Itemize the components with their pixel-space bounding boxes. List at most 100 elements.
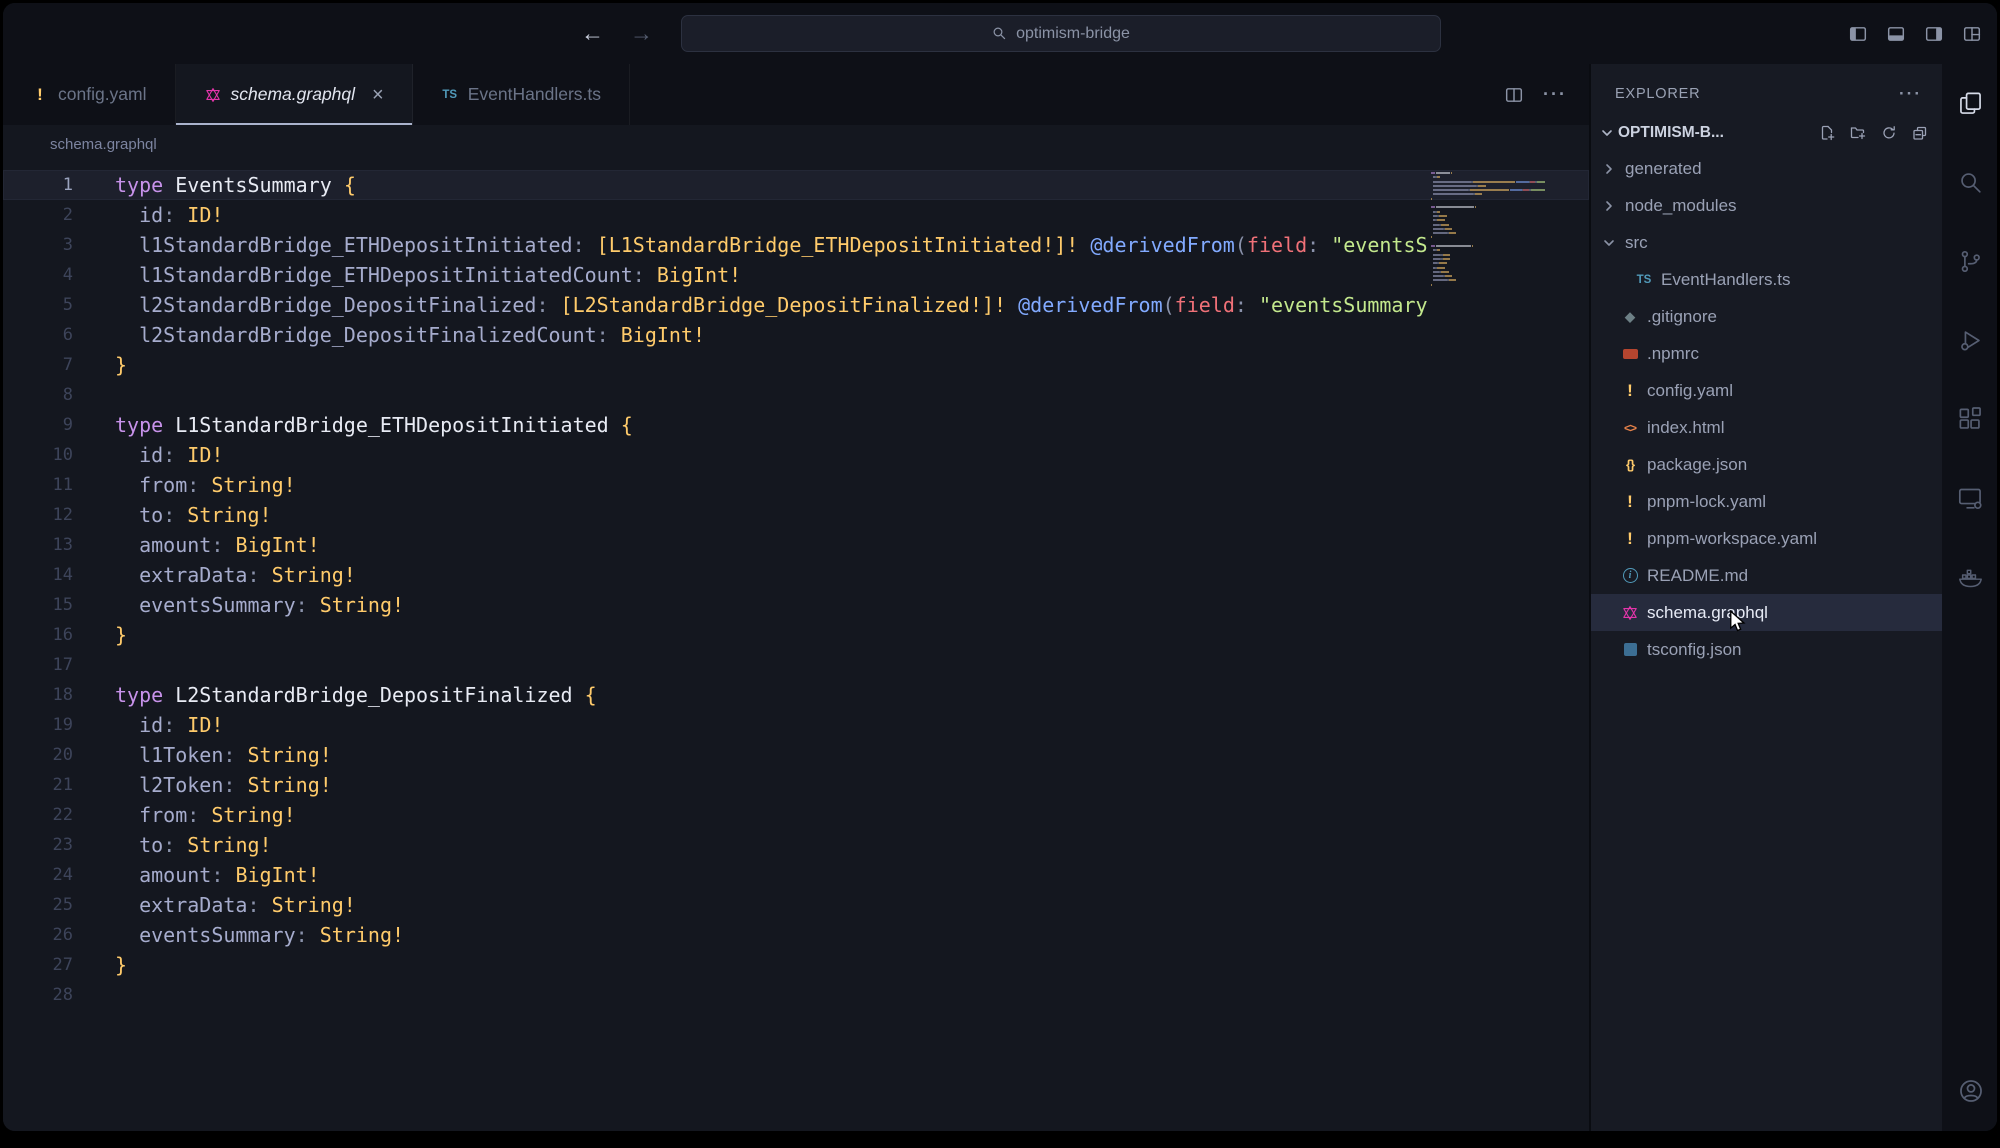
line-number[interactable]: 16 bbox=[3, 620, 73, 650]
code-line[interactable]: 5 l2StandardBridge_DepositFinalized: [L2… bbox=[3, 290, 1589, 320]
line-number[interactable]: 11 bbox=[3, 470, 73, 500]
tree-file-schema-graphql[interactable]: schema.graphql bbox=[1591, 594, 1942, 631]
line-number[interactable]: 28 bbox=[3, 980, 73, 1010]
code-line[interactable]: 7} bbox=[3, 350, 1589, 380]
explorer-section-header[interactable]: OPTIMISM-B... bbox=[1591, 116, 1942, 150]
line-number[interactable]: 9 bbox=[3, 410, 73, 440]
code-editor[interactable]: 1type EventsSummary {2 id: ID!3 l1Standa… bbox=[3, 164, 1589, 1131]
code-line[interactable]: 1type EventsSummary { bbox=[3, 170, 1589, 200]
account-icon[interactable] bbox=[1942, 1077, 1997, 1131]
line-number[interactable]: 3 bbox=[3, 230, 73, 260]
line-number[interactable]: 6 bbox=[3, 320, 73, 350]
code-line[interactable]: 14 extraData: String! bbox=[3, 560, 1589, 590]
command-search-input[interactable]: optimism-bridge bbox=[681, 15, 1441, 52]
tab-eventhandlers-ts[interactable]: TSEventHandlers.ts bbox=[413, 64, 630, 125]
code-line[interactable]: 11 from: String! bbox=[3, 470, 1589, 500]
line-number[interactable]: 12 bbox=[3, 500, 73, 530]
tree-file-pnpm-workspace-yaml[interactable]: !pnpm-workspace.yaml bbox=[1591, 520, 1942, 557]
toggle-panel-bottom-icon[interactable] bbox=[1887, 25, 1905, 43]
code-line[interactable]: 17 bbox=[3, 650, 1589, 680]
code-line[interactable]: 27} bbox=[3, 950, 1589, 980]
tree-folder-node-modules[interactable]: node_modules bbox=[1591, 187, 1942, 224]
code-line[interactable]: 15 eventsSummary: String! bbox=[3, 590, 1589, 620]
code-line[interactable]: 3 l1StandardBridge_ETHDepositInitiated: … bbox=[3, 230, 1589, 260]
code-line[interactable]: 21 l2Token: String! bbox=[3, 770, 1589, 800]
code-line[interactable]: 9type L1StandardBridge_ETHDepositInitiat… bbox=[3, 410, 1589, 440]
minimap[interactable] bbox=[1431, 172, 1559, 292]
toggle-panel-right-icon[interactable] bbox=[1925, 25, 1943, 43]
code-line[interactable]: 23 to: String! bbox=[3, 830, 1589, 860]
line-number[interactable]: 14 bbox=[3, 560, 73, 590]
tree-file-tsconfig-json[interactable]: tsconfig.json bbox=[1591, 631, 1942, 668]
close-tab-icon[interactable]: × bbox=[372, 85, 384, 105]
line-number[interactable]: 7 bbox=[3, 350, 73, 380]
extensions-icon[interactable] bbox=[1942, 380, 1997, 459]
code-line[interactable]: 20 l1Token: String! bbox=[3, 740, 1589, 770]
remote-explorer-icon[interactable] bbox=[1942, 459, 1997, 538]
tree-folder-generated[interactable]: generated bbox=[1591, 150, 1942, 187]
tree-file-pnpm-lock-yaml[interactable]: !pnpm-lock.yaml bbox=[1591, 483, 1942, 520]
code-line[interactable]: 18type L2StandardBridge_DepositFinalized… bbox=[3, 680, 1589, 710]
code-line[interactable]: 10 id: ID! bbox=[3, 440, 1589, 470]
line-number[interactable]: 26 bbox=[3, 920, 73, 950]
tree-file-npmrc[interactable]: .npmrc bbox=[1591, 335, 1942, 372]
line-number[interactable]: 23 bbox=[3, 830, 73, 860]
new-folder-icon[interactable] bbox=[1850, 125, 1866, 141]
new-file-icon[interactable] bbox=[1819, 125, 1835, 141]
collapse-folders-icon[interactable] bbox=[1912, 125, 1928, 141]
code-line[interactable]: 12 to: String! bbox=[3, 500, 1589, 530]
explorer-more-icon[interactable]: ··· bbox=[1899, 84, 1922, 104]
tab-config-yaml[interactable]: !config.yaml bbox=[3, 64, 176, 125]
line-number[interactable]: 10 bbox=[3, 440, 73, 470]
breadcrumb[interactable]: schema.graphql bbox=[3, 125, 1589, 164]
code-line[interactable]: 22 from: String! bbox=[3, 800, 1589, 830]
customize-layout-icon[interactable] bbox=[1963, 25, 1981, 43]
line-number[interactable]: 2 bbox=[3, 200, 73, 230]
line-number[interactable]: 21 bbox=[3, 770, 73, 800]
line-number[interactable]: 4 bbox=[3, 260, 73, 290]
code-line[interactable]: 8 bbox=[3, 380, 1589, 410]
containers-icon[interactable] bbox=[1942, 538, 1997, 617]
code-line[interactable]: 26 eventsSummary: String! bbox=[3, 920, 1589, 950]
line-number[interactable]: 8 bbox=[3, 380, 73, 410]
code-line[interactable]: 6 l2StandardBridge_DepositFinalizedCount… bbox=[3, 320, 1589, 350]
run-debug-icon[interactable] bbox=[1942, 301, 1997, 380]
code-line[interactable]: 19 id: ID! bbox=[3, 710, 1589, 740]
tree-file-config-yaml[interactable]: !config.yaml bbox=[1591, 372, 1942, 409]
code-line[interactable]: 13 amount: BigInt! bbox=[3, 530, 1589, 560]
tree-file-package-json[interactable]: {}package.json bbox=[1591, 446, 1942, 483]
search-icon[interactable] bbox=[1942, 143, 1997, 222]
split-editor-icon[interactable] bbox=[1505, 86, 1523, 104]
code-line[interactable]: 24 amount: BigInt! bbox=[3, 860, 1589, 890]
line-number[interactable]: 20 bbox=[3, 740, 73, 770]
line-number[interactable]: 5 bbox=[3, 290, 73, 320]
toggle-panel-left-icon[interactable] bbox=[1849, 25, 1867, 43]
line-number[interactable]: 25 bbox=[3, 890, 73, 920]
line-number[interactable]: 18 bbox=[3, 680, 73, 710]
source-control-icon[interactable] bbox=[1942, 222, 1997, 301]
tree-file-index-html[interactable]: <>index.html bbox=[1591, 409, 1942, 446]
tree-file-gitignore[interactable]: ◆.gitignore bbox=[1591, 298, 1942, 335]
forward-arrow-icon[interactable]: → bbox=[630, 20, 653, 47]
tab-schema-graphql[interactable]: schema.graphql× bbox=[176, 64, 413, 125]
tree-file-eventhandlers-ts[interactable]: TSEventHandlers.ts bbox=[1591, 261, 1942, 298]
code-line[interactable]: 28 bbox=[3, 980, 1589, 1010]
tree-folder-src[interactable]: src bbox=[1591, 224, 1942, 261]
line-number[interactable]: 15 bbox=[3, 590, 73, 620]
line-number[interactable]: 27 bbox=[3, 950, 73, 980]
line-number[interactable]: 13 bbox=[3, 530, 73, 560]
code-line[interactable]: 4 l1StandardBridge_ETHDepositInitiatedCo… bbox=[3, 260, 1589, 290]
back-arrow-icon[interactable]: ← bbox=[581, 20, 604, 47]
line-number[interactable]: 19 bbox=[3, 710, 73, 740]
tree-file-readme-md[interactable]: iREADME.md bbox=[1591, 557, 1942, 594]
line-number[interactable]: 1 bbox=[3, 170, 73, 200]
line-number[interactable]: 24 bbox=[3, 860, 73, 890]
explorer-icon[interactable] bbox=[1942, 64, 1997, 143]
code-line[interactable]: 25 extraData: String! bbox=[3, 890, 1589, 920]
code-line[interactable]: 16} bbox=[3, 620, 1589, 650]
refresh-explorer-icon[interactable] bbox=[1881, 125, 1897, 141]
line-number[interactable]: 17 bbox=[3, 650, 73, 680]
more-actions-icon[interactable]: ··· bbox=[1543, 84, 1567, 105]
code-line[interactable]: 2 id: ID! bbox=[3, 200, 1589, 230]
line-number[interactable]: 22 bbox=[3, 800, 73, 830]
